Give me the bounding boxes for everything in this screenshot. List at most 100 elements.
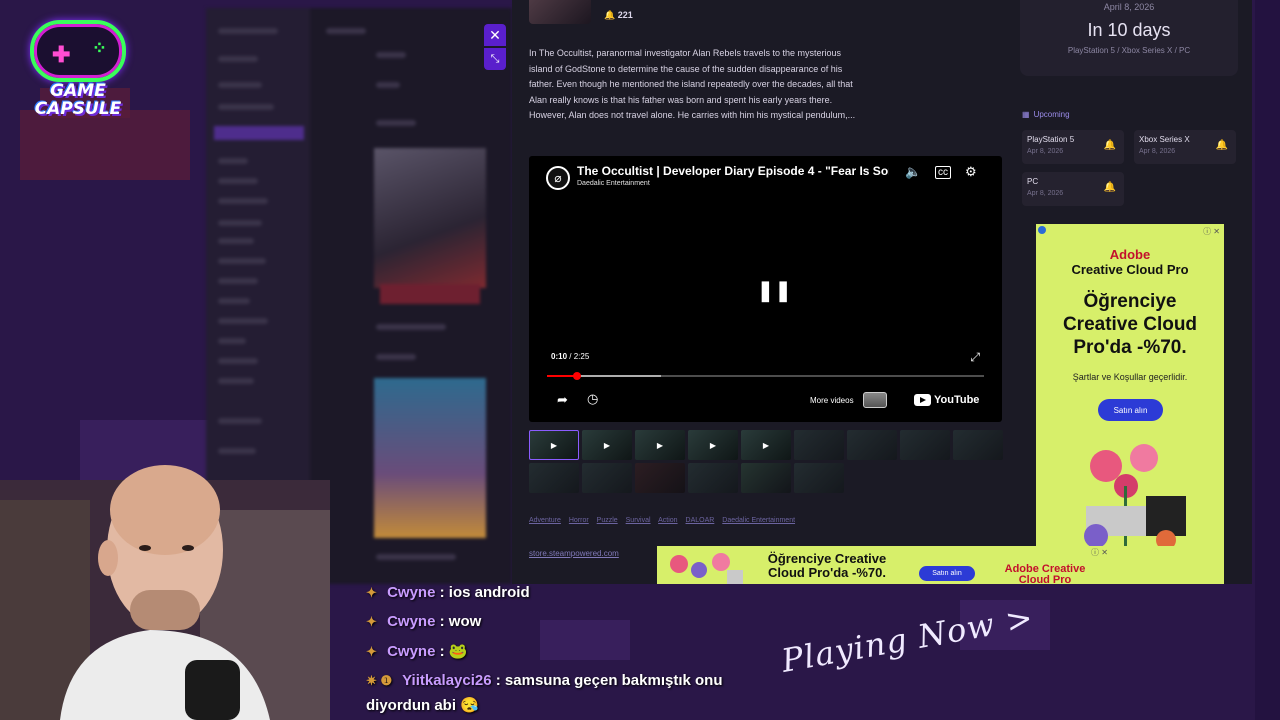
- channel-avatar-icon[interactable]: ⌀: [546, 166, 570, 190]
- media-thumbnail[interactable]: [794, 430, 844, 460]
- media-thumbnail[interactable]: [582, 463, 632, 493]
- release-platforms: PlayStation 5 / Xbox Series X / PC: [1067, 46, 1191, 55]
- store-link[interactable]: store.steampowered.com: [529, 549, 619, 558]
- chat-text: : 🐸: [439, 643, 468, 660]
- media-thumbnail[interactable]: [529, 463, 579, 493]
- media-thumbnail[interactable]: [688, 463, 738, 493]
- ad-cta-button[interactable]: Satın alın: [1098, 399, 1163, 421]
- media-thumbnail[interactable]: ▶: [529, 430, 579, 460]
- game-cover-thumbnail[interactable]: [529, 0, 591, 24]
- tag-link[interactable]: Puzzle: [597, 517, 618, 524]
- ad-brand: Adobe: [1109, 247, 1151, 262]
- release-countdown: In 10 days: [1087, 20, 1171, 40]
- bell-icon[interactable]: 🔔: [1216, 140, 1228, 151]
- ad-product: Creative Cloud Pro: [1071, 262, 1189, 277]
- close-button[interactable]: ✕: [484, 24, 506, 46]
- volume-icon[interactable]: 🔈: [905, 164, 921, 180]
- banner-headline: Öğrenciye Creative Cloud Pro'da -%70.: [767, 551, 887, 580]
- bell-icon[interactable]: 🔔: [1104, 182, 1116, 193]
- game-tags: Adventure Horror Puzzle Survival Action …: [529, 517, 801, 524]
- banner-cta-button[interactable]: Satın alın: [919, 566, 975, 581]
- share-icon[interactable]: ➦: [557, 392, 568, 408]
- watch-later-icon[interactable]: ◷: [587, 391, 598, 407]
- media-thumbnail[interactable]: [794, 463, 844, 493]
- adobe-banner-ad[interactable]: Öğrenciye Creative Cloud Pro'da -%70. Sa…: [657, 546, 1223, 584]
- tag-link[interactable]: Daedalic Entertainment: [722, 517, 795, 524]
- bell-icon[interactable]: 🔔: [1104, 140, 1116, 151]
- video-time: 0:10 / 2:25: [551, 352, 589, 361]
- logo-text-line2: CAPSULE: [34, 99, 122, 119]
- platform-date: Apr 8, 2026: [1027, 190, 1064, 197]
- upcoming-platform-card[interactable]: Xbox Series X Apr 8, 2026 🔔: [1134, 130, 1236, 164]
- release-date: April 8, 2026: [1103, 2, 1155, 12]
- streamer-webcam: [0, 465, 330, 720]
- platform-date: Apr 8, 2026: [1027, 148, 1064, 155]
- youtube-logo[interactable]: YouTube: [914, 394, 979, 406]
- settings-gear-icon[interactable]: ⚙: [965, 164, 977, 180]
- chat-message: ✦ Cwyne : 🐸: [366, 642, 467, 660]
- calendar-icon: ▦: [1022, 110, 1030, 119]
- playing-now-overlay: Playing Now >: [778, 598, 1037, 680]
- chat-text: : ios android: [439, 584, 530, 601]
- tag-link[interactable]: Adventure: [529, 517, 561, 524]
- chat-username: Cwyne: [387, 643, 436, 660]
- tag-link[interactable]: Action: [658, 517, 677, 524]
- video-duration: / 2:25: [569, 352, 590, 361]
- upcoming-heading: ▦ Upcoming: [1022, 110, 1070, 119]
- upcoming-platform-card[interactable]: PC Apr 8, 2026 🔔: [1022, 172, 1124, 206]
- upcoming-platform-card[interactable]: PlayStation 5 Apr 8, 2026 🔔: [1022, 130, 1124, 164]
- media-thumbnail[interactable]: ▶: [635, 430, 685, 460]
- sub-badge-icon: ✦: [366, 644, 377, 659]
- current-time: 0:10: [551, 352, 568, 361]
- more-videos-thumbnail[interactable]: [863, 392, 887, 408]
- chat-text: diyordun abi 😪: [366, 697, 479, 714]
- bell-icon: 🔔: [604, 10, 616, 20]
- adobe-side-ad[interactable]: ⓘ ✕ Adobe Creative Cloud Pro Öğrenciye C…: [1036, 224, 1224, 584]
- video-channel[interactable]: Daedalic Entertainment: [577, 180, 650, 187]
- more-videos-label[interactable]: More videos: [810, 396, 854, 405]
- media-thumbnail[interactable]: [900, 430, 950, 460]
- ad-terms: Şartlar ve Koşullar geçerlidir.: [1072, 372, 1188, 382]
- tag-link[interactable]: DALOAR: [686, 517, 715, 524]
- video-title[interactable]: The Occultist | Developer Diary Episode …: [577, 164, 889, 178]
- media-thumbnail[interactable]: [953, 430, 1003, 460]
- sub-badge-icon: ✦: [366, 614, 377, 629]
- tag-link[interactable]: Survival: [626, 517, 651, 524]
- media-thumbnail[interactable]: [741, 463, 791, 493]
- youtube-play-icon: [914, 394, 931, 406]
- gamepad-icon: ✚ ⁘: [30, 20, 126, 82]
- chat-text: : samsuna geçen bakmıştık onu: [495, 672, 723, 689]
- close-icon: ✕: [489, 26, 501, 43]
- media-thumbnail[interactable]: ▶: [741, 430, 791, 460]
- progress-scrubber[interactable]: [573, 372, 582, 380]
- minimize-button[interactable]: ⤡: [484, 48, 506, 70]
- game-detail-modal: 🔔 221 In The Occultist, paranormal inves…: [512, 0, 1252, 584]
- pause-icon[interactable]: ❚❚: [757, 278, 793, 303]
- follow-count[interactable]: 🔔 221: [604, 10, 633, 21]
- flower-illustration: [1084, 444, 1186, 550]
- follow-count-value: 221: [617, 10, 633, 20]
- tag-link[interactable]: Horror: [569, 517, 589, 524]
- chat-message: ✦ Cwyne : ios android: [366, 584, 530, 601]
- ad-close-icon[interactable]: ⓘ ✕: [1203, 226, 1220, 237]
- video-progress-bar[interactable]: [547, 372, 984, 380]
- youtube-label: YouTube: [934, 394, 980, 406]
- logo-text-line1: GAME: [50, 81, 106, 101]
- media-thumbnail[interactable]: [635, 463, 685, 493]
- ad-headline: Öğrenciye Creative Cloud Pro'da -%70.: [1062, 291, 1198, 358]
- banner-flower-illustration: [670, 553, 743, 584]
- platform-name: PlayStation 5: [1027, 135, 1075, 144]
- release-countdown-box: April 8, 2026 In 10 days PlayStation 5 /…: [1020, 0, 1238, 76]
- media-thumbnail[interactable]: [847, 430, 897, 460]
- platform-date: Apr 8, 2026: [1139, 148, 1176, 155]
- adchoices-icon[interactable]: [1038, 226, 1046, 234]
- media-thumbnail[interactable]: ▶: [688, 430, 738, 460]
- fullscreen-icon[interactable]: ⤢: [970, 350, 980, 365]
- banner-ad-close-icon[interactable]: ⓘ ✕: [1091, 547, 1108, 558]
- media-thumbnail[interactable]: ▶: [582, 430, 632, 460]
- youtube-video-player[interactable]: ⌀ The Occultist | Developer Diary Episod…: [529, 156, 1002, 422]
- chat-username: Cwyne: [387, 613, 436, 630]
- minimize-icon: ⤡: [490, 52, 500, 65]
- platform-name: Xbox Series X: [1139, 135, 1190, 144]
- captions-icon[interactable]: cc: [935, 166, 951, 179]
